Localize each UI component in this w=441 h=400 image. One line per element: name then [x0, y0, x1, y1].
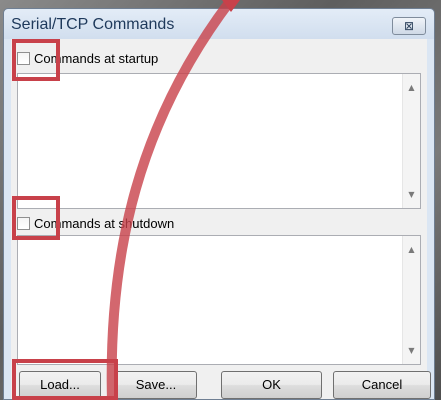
shutdown-checkbox[interactable] — [17, 217, 30, 231]
startup-checkbox[interactable] — [17, 52, 30, 66]
load-button[interactable]: Load... — [19, 371, 101, 399]
dialog-titlebar[interactable]: Serial/TCP Commands ⊠ — [4, 9, 434, 39]
scroll-down-arrow-icon[interactable]: ▼ — [403, 186, 420, 203]
shutdown-checkbox-row[interactable]: Commands at shutdown — [17, 215, 174, 233]
shutdown-commands-textarea[interactable]: ▲ ▼ — [17, 235, 421, 365]
scroll-up-arrow-icon[interactable]: ▲ — [403, 241, 420, 258]
shutdown-scrollbar[interactable]: ▲ ▼ — [402, 236, 420, 364]
serial-tcp-commands-dialog: Serial/TCP Commands ⊠ Commands at startu… — [3, 8, 435, 400]
scroll-down-arrow-icon[interactable]: ▼ — [403, 342, 420, 359]
startup-checkbox-row[interactable]: Commands at startup — [17, 50, 158, 68]
cancel-button[interactable]: Cancel — [333, 371, 431, 399]
close-icon: ⊠ — [403, 19, 415, 33]
save-button[interactable]: Save... — [115, 371, 197, 399]
scroll-up-arrow-icon[interactable]: ▲ — [403, 79, 420, 96]
startup-commands-textarea[interactable]: ▲ ▼ — [17, 73, 421, 209]
dialog-client-area: Commands at startup ▲ ▼ Commands at shut… — [11, 39, 431, 399]
close-button[interactable]: ⊠ — [392, 17, 426, 35]
ok-button[interactable]: OK — [221, 371, 322, 399]
startup-scrollbar[interactable]: ▲ ▼ — [402, 74, 420, 208]
shutdown-checkbox-label[interactable]: Commands at shutdown — [34, 216, 174, 231]
startup-checkbox-label[interactable]: Commands at startup — [34, 51, 158, 66]
dialog-title: Serial/TCP Commands — [11, 16, 175, 33]
